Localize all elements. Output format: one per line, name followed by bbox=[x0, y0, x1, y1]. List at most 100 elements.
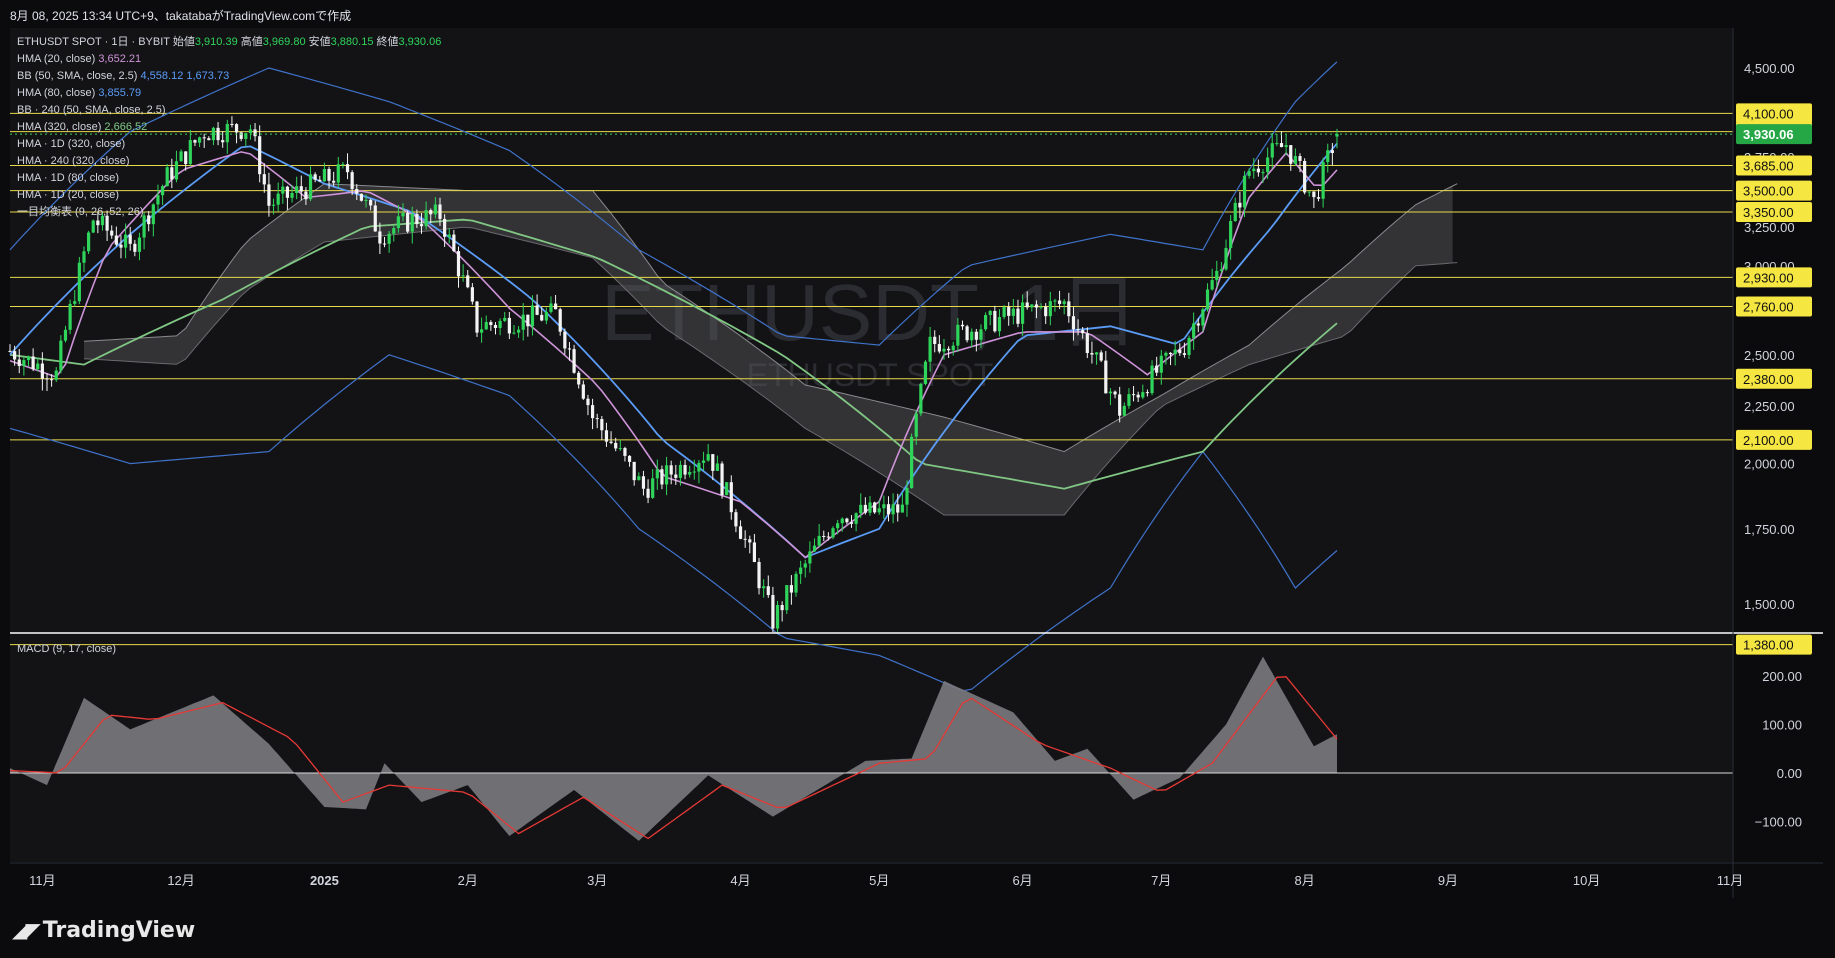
legend-indicator-label: BB (50, SMA, close, 2.5) bbox=[17, 70, 141, 82]
macd-tick-label: 200.00 bbox=[1762, 669, 1802, 684]
current-price-label: 3,930.06 bbox=[1743, 127, 1794, 142]
candle-body bbox=[382, 243, 387, 245]
candle-body bbox=[1025, 302, 1029, 308]
candle-body bbox=[36, 363, 40, 370]
candle-body bbox=[738, 526, 743, 539]
candle-body bbox=[1182, 353, 1187, 355]
time-tick-label: 10月 bbox=[1573, 873, 1600, 888]
candle-body bbox=[812, 545, 817, 552]
candle-body bbox=[1229, 221, 1233, 248]
legend-indicator[interactable]: HMA · 1D (320, close) bbox=[17, 138, 125, 150]
candle-body bbox=[1187, 337, 1191, 355]
level-price-label: 2,100.00 bbox=[1743, 433, 1794, 448]
candle-body bbox=[794, 573, 798, 593]
candle-body bbox=[822, 535, 826, 537]
legend-indicator-value: 4,558.12 1,673.73 bbox=[141, 70, 230, 82]
legend-indicator[interactable]: HMA (320, close) 2,666.52 bbox=[17, 121, 147, 133]
candle-body bbox=[248, 129, 253, 134]
legend-low: 3,880.15 bbox=[331, 36, 377, 48]
candle-body bbox=[258, 136, 262, 175]
legend-high: 3,969.80 bbox=[263, 36, 309, 48]
candle-body bbox=[359, 193, 363, 201]
price-tick-label: 3,250.00 bbox=[1744, 220, 1795, 235]
time-tick-label: 11月 bbox=[29, 873, 56, 888]
candle-body bbox=[1205, 289, 1210, 310]
candle-body bbox=[1316, 197, 1321, 199]
candle-body bbox=[618, 448, 622, 450]
candle-body bbox=[1085, 333, 1089, 354]
candle-body bbox=[942, 348, 946, 352]
time-tick-label: 2月 bbox=[458, 873, 478, 888]
candle-body bbox=[253, 129, 257, 137]
candle-body bbox=[720, 463, 724, 496]
candle-body bbox=[276, 193, 280, 205]
candle-body bbox=[1145, 392, 1150, 394]
legend-indicator[interactable]: HMA · 1D (20, close) bbox=[17, 189, 119, 201]
candle-body bbox=[1081, 330, 1085, 334]
candle-body bbox=[378, 231, 382, 244]
price-tick-label: 1,750.00 bbox=[1744, 522, 1795, 537]
candle-body bbox=[503, 317, 507, 321]
legend-indicator[interactable]: HMA (80, close) 3,855.79 bbox=[17, 87, 141, 99]
candle-body bbox=[1067, 301, 1071, 317]
time-tick-label: 5月 bbox=[869, 873, 889, 888]
candle-body bbox=[1007, 307, 1011, 316]
candle-body bbox=[845, 518, 849, 523]
candle-body bbox=[1122, 405, 1126, 416]
candle-body bbox=[1247, 171, 1251, 176]
legend-indicator-value: 3,652.21 bbox=[98, 53, 141, 65]
legend-indicator[interactable]: BB (50, SMA, close, 2.5) 4,558.12 1,673.… bbox=[17, 70, 229, 82]
candle-body bbox=[627, 455, 632, 462]
candle-body bbox=[1155, 365, 1159, 373]
candle-body bbox=[1136, 394, 1140, 398]
legend-low-label: 安値 bbox=[309, 34, 331, 48]
candle-body bbox=[558, 309, 562, 332]
legend-indicator-label: HMA · 1D (20, close) bbox=[17, 189, 119, 201]
legend-symbol-line: ETHUSDT SPOT · 1日 · BYBIT 始値3,910.39 高値3… bbox=[17, 34, 441, 48]
legend-indicator[interactable]: HMA (20, close) 3,652.21 bbox=[17, 53, 141, 65]
legend-indicator[interactable]: 一目均衡表 (9, 26, 52, 26) bbox=[17, 204, 144, 218]
candle-body bbox=[609, 441, 613, 443]
candle-body bbox=[31, 356, 35, 370]
candle-body bbox=[1275, 143, 1279, 145]
candle-body bbox=[1261, 172, 1265, 174]
candle-body bbox=[678, 464, 683, 478]
candle-body bbox=[1164, 352, 1168, 356]
legend-indicator[interactable]: BB · 240 (50, SMA, close, 2.5) bbox=[17, 104, 166, 116]
candle-body bbox=[456, 251, 461, 277]
candle-body bbox=[401, 212, 405, 217]
candle-body bbox=[549, 303, 553, 312]
candle-body bbox=[22, 360, 26, 366]
candle-body bbox=[775, 605, 780, 629]
candle-body bbox=[1284, 145, 1288, 148]
candle-body bbox=[193, 140, 197, 143]
candle-body bbox=[350, 172, 354, 190]
legend-indicator[interactable]: HMA · 1D (80, close) bbox=[17, 172, 119, 184]
candle-body bbox=[1090, 353, 1094, 355]
candle-body bbox=[669, 465, 673, 475]
time-tick-label: 7月 bbox=[1151, 873, 1171, 888]
legend-close-label: 終値 bbox=[377, 34, 399, 48]
time-tick-label: 8月 bbox=[1295, 873, 1315, 888]
candle-body bbox=[443, 218, 447, 237]
candle-body bbox=[914, 413, 918, 437]
candle-body bbox=[498, 320, 502, 329]
candle-body bbox=[1044, 306, 1048, 317]
candle-body bbox=[123, 234, 128, 248]
candle-body bbox=[1168, 352, 1173, 355]
level-price-label: 3,350.00 bbox=[1743, 205, 1794, 220]
candle-body bbox=[1094, 352, 1099, 355]
candle-body bbox=[836, 523, 840, 529]
candle-body bbox=[590, 405, 595, 419]
candle-body bbox=[373, 205, 377, 232]
candle-body bbox=[567, 348, 572, 350]
candle-body bbox=[1293, 156, 1297, 164]
candle-body bbox=[517, 329, 521, 333]
legend-indicator[interactable]: HMA · 240 (320, close) bbox=[17, 155, 130, 167]
candle-body bbox=[433, 204, 437, 215]
candle-body bbox=[674, 474, 678, 478]
macd-legend-label[interactable]: MACD (9, 17, close) bbox=[17, 643, 116, 655]
candle-body bbox=[197, 137, 202, 143]
legend-indicator-label: BB · 240 (50, SMA, close, 2.5) bbox=[17, 104, 166, 116]
legend-indicator-label: HMA (20, close) bbox=[17, 53, 98, 65]
